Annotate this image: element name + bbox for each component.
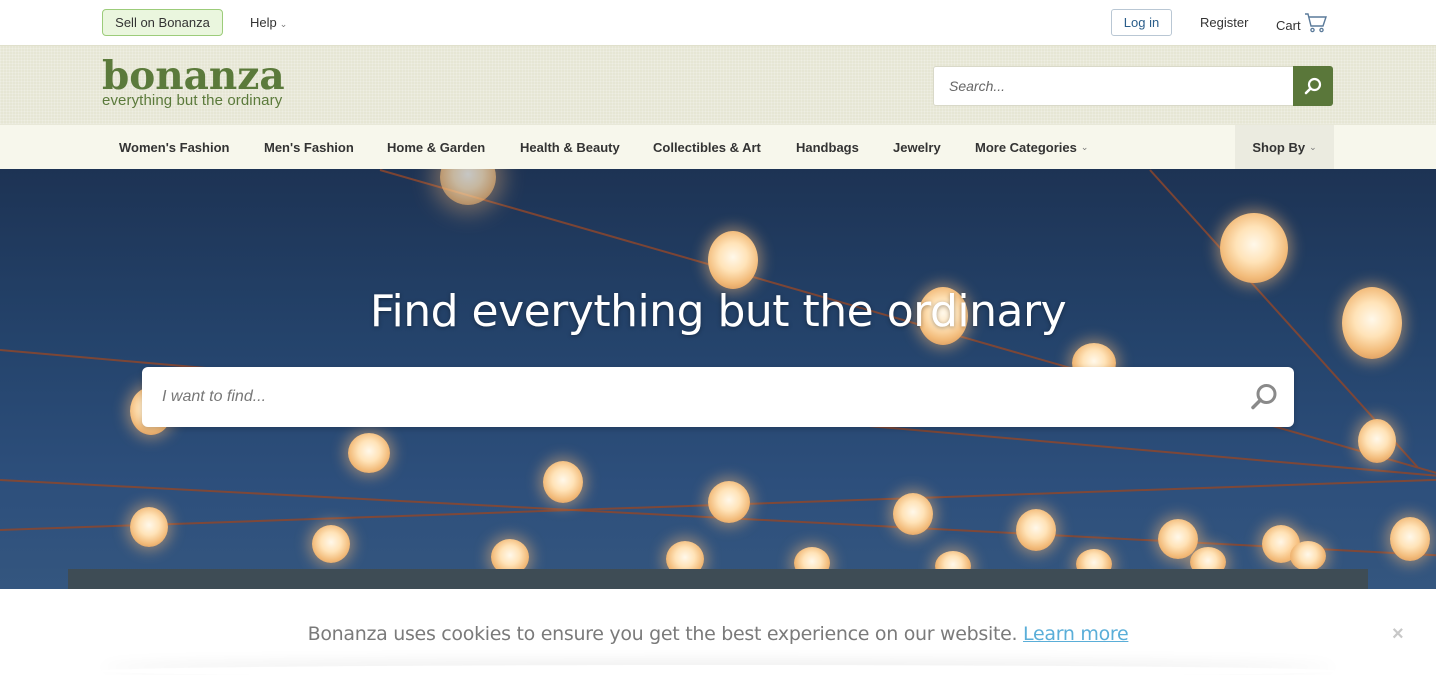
- logo-wordmark: bonanza: [102, 53, 285, 99]
- nav-mens-fashion[interactable]: Men's Fashion: [264, 125, 354, 170]
- bonanza-logo[interactable]: bonanza everything but the ordinary: [102, 53, 285, 110]
- cart-icon: [1304, 13, 1327, 33]
- light-bulb: [348, 433, 390, 473]
- light-bulb: [708, 231, 758, 289]
- help-label: Help: [250, 15, 277, 30]
- nav-home-garden[interactable]: Home & Garden: [387, 125, 485, 170]
- light-bulb: [1390, 517, 1430, 561]
- register-link[interactable]: Register: [1200, 15, 1248, 30]
- cart-label: Cart: [1276, 17, 1301, 33]
- light-bulb: [1358, 419, 1396, 463]
- header-search-button[interactable]: [1293, 66, 1333, 106]
- cart-link[interactable]: Cart: [1276, 12, 1328, 34]
- light-bulb: [708, 481, 750, 523]
- header-search-input[interactable]: [933, 66, 1293, 106]
- nav-handbags[interactable]: Handbags: [796, 125, 859, 170]
- cookie-banner: Bonanza uses cookies to ensure you get t…: [0, 589, 1436, 675]
- site-header: bonanza everything but the ordinary: [0, 45, 1436, 124]
- nav-collectibles-art[interactable]: Collectibles & Art: [653, 125, 761, 170]
- light-bulb: [1290, 541, 1326, 571]
- help-menu[interactable]: Help ⌄: [250, 15, 287, 30]
- cookie-shadow: [100, 665, 1336, 675]
- nav-health-beauty[interactable]: Health & Beauty: [520, 125, 620, 170]
- hero-search-input[interactable]: [142, 368, 1234, 426]
- more-categories-label: More Categories: [975, 140, 1077, 155]
- nav-more-categories[interactable]: More Categories ⌄: [975, 125, 1088, 170]
- hero-search-button[interactable]: [1234, 367, 1294, 427]
- light-bulb: [893, 493, 933, 535]
- learn-more-link[interactable]: Learn more: [1023, 623, 1129, 645]
- light-bulb: [1016, 509, 1056, 551]
- light-bulb: [130, 507, 168, 547]
- cookie-text: Bonanza uses cookies to ensure you get t…: [307, 623, 1018, 645]
- light-bulb: [312, 525, 350, 563]
- hero-banner: Find everything but the ordinary: [0, 169, 1436, 589]
- search-icon: [1304, 77, 1322, 95]
- sell-on-bonanza-button[interactable]: Sell on Bonanza: [102, 9, 223, 36]
- category-nav: Women's Fashion Men's Fashion Home & Gar…: [0, 124, 1436, 170]
- chevron-down-icon: ⌄: [1309, 142, 1317, 152]
- close-icon[interactable]: ×: [1392, 623, 1404, 646]
- chevron-down-icon: ⌄: [1080, 142, 1089, 152]
- shop-by-menu[interactable]: Shop By ⌄: [1235, 125, 1334, 170]
- header-search: [933, 66, 1333, 106]
- hero-search: [142, 367, 1294, 427]
- light-bulb: [1220, 213, 1288, 283]
- content-panel-top: [68, 569, 1368, 589]
- shop-by-label: Shop By: [1252, 140, 1306, 155]
- top-utility-bar: Sell on Bonanza Help ⌄ Log in Register Ca…: [0, 0, 1436, 45]
- cookie-message: Bonanza uses cookies to ensure you get t…: [0, 623, 1436, 645]
- nav-womens-fashion[interactable]: Women's Fashion: [119, 125, 229, 170]
- hero-title: Find everything but the ordinary: [369, 286, 1067, 337]
- nav-jewelry[interactable]: Jewelry: [893, 125, 941, 170]
- login-button[interactable]: Log in: [1111, 9, 1172, 36]
- logo-tagline: everything but the ordinary: [102, 92, 283, 109]
- chevron-down-icon: ⌄: [279, 19, 288, 29]
- search-icon: [1251, 384, 1277, 410]
- light-bulb: [543, 461, 583, 503]
